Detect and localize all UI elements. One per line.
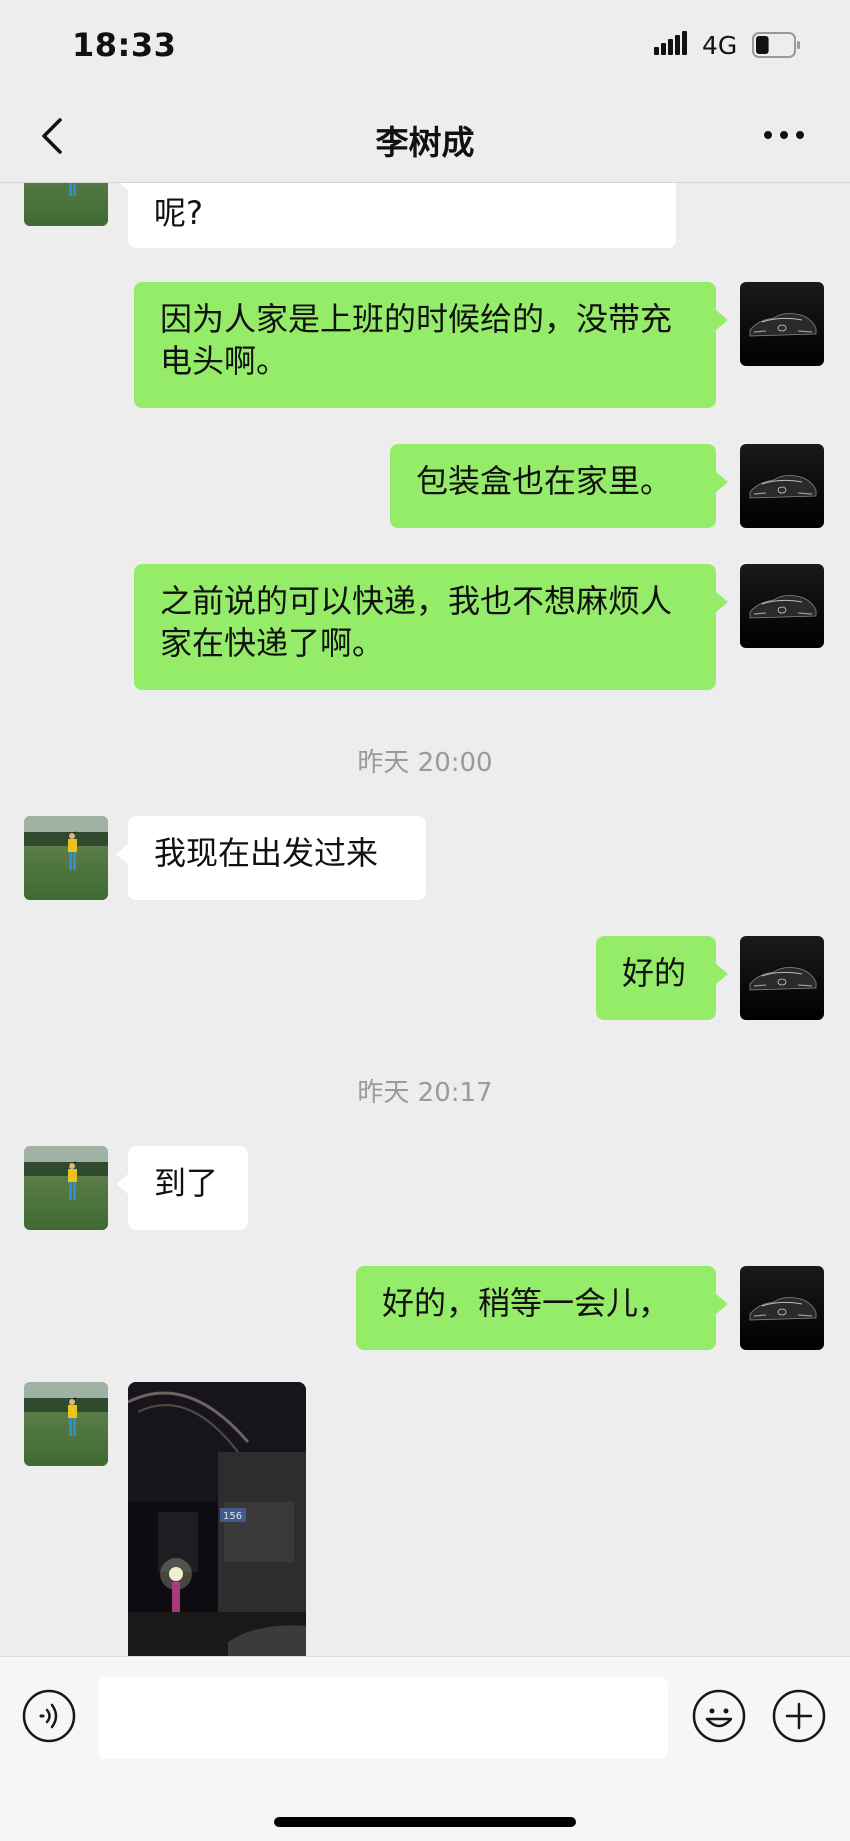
my-avatar[interactable] (740, 936, 824, 1020)
voice-icon[interactable] (22, 1689, 76, 1743)
status-bar: 18:33 4G (0, 0, 850, 90)
plus-icon[interactable] (772, 1689, 826, 1743)
image-message[interactable]: 156 (128, 1382, 306, 1656)
house-number: 156 (223, 1511, 242, 1522)
input-bar (0, 1656, 850, 1841)
my-avatar[interactable] (740, 564, 824, 648)
timestamp: 昨天 20:00 (357, 748, 493, 778)
message-bubble-incoming[interactable]: 我现在出发过来 (116, 816, 426, 900)
battery-icon (752, 32, 800, 58)
message-bubble-outgoing[interactable]: 好的，稍等一会儿， (356, 1266, 728, 1350)
message-bubble-outgoing[interactable]: 好的 (596, 936, 728, 1020)
signal-icon (654, 31, 687, 55)
my-avatar[interactable] (740, 1266, 824, 1350)
my-avatar[interactable] (740, 444, 824, 528)
home-indicator (274, 1817, 576, 1827)
timestamp: 昨天 20:17 (357, 1078, 493, 1108)
message-bubble-outgoing[interactable]: 包装盒也在家里。 (390, 444, 728, 528)
chat-area: 呢? 因为人家是上班的时候给的，没带充电头啊。 包装盒也在家里。 之前说的可以快… (0, 182, 850, 1656)
contact-avatar[interactable] (24, 1146, 108, 1230)
nav-bar: 李树成 (0, 90, 850, 183)
more-dots-icon[interactable] (762, 128, 806, 142)
message-bubble-outgoing[interactable]: 因为人家是上班的时候给的，没带充电头啊。 (134, 282, 728, 408)
network-label: 4G (702, 31, 738, 60)
contact-avatar[interactable] (24, 816, 108, 900)
emoji-icon[interactable] (692, 1689, 746, 1743)
message-input[interactable] (98, 1677, 668, 1759)
contact-avatar[interactable] (24, 182, 108, 226)
message-bubble-incoming[interactable]: 呢? (116, 182, 676, 248)
my-avatar[interactable] (740, 282, 824, 366)
message-bubble-incoming[interactable]: 到了 (116, 1146, 248, 1230)
chat-title: 李树成 (375, 123, 475, 162)
message-bubble-outgoing[interactable]: 之前说的可以快递，我也不想麻烦人家在快递了啊。 (134, 564, 728, 690)
contact-avatar[interactable] (24, 1382, 108, 1466)
status-time: 18:33 (72, 26, 177, 64)
